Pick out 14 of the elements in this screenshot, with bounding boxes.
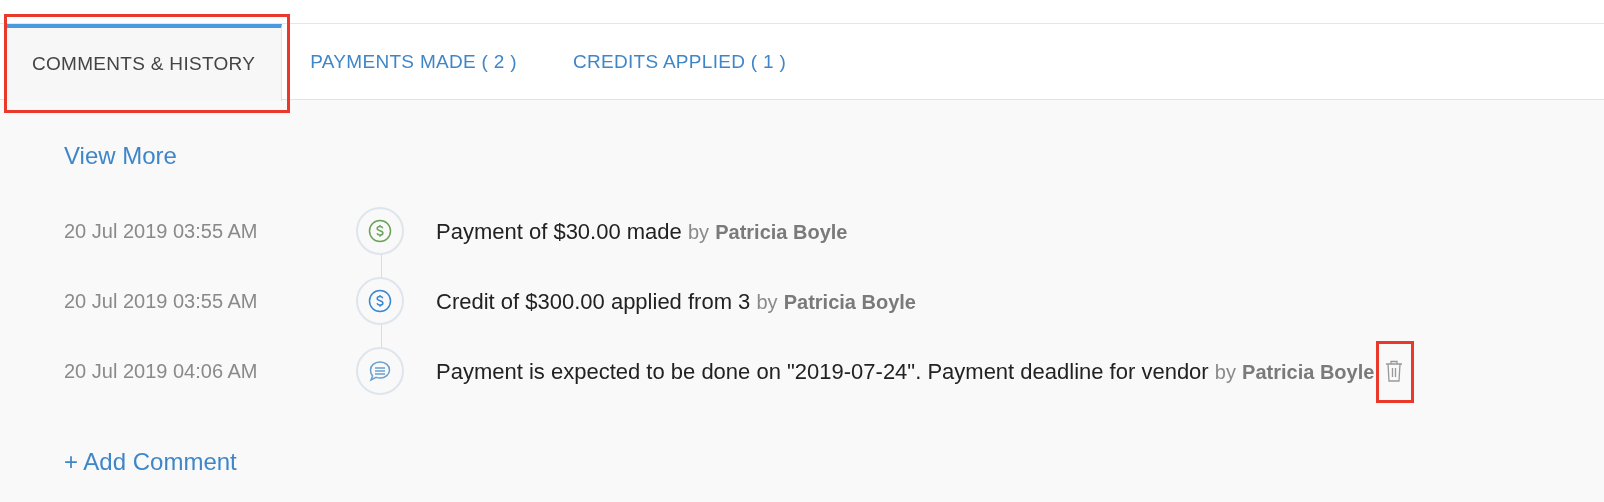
tab[interactable]: CREDITS APPLIED ( 1 ) — [544, 24, 815, 100]
dollar-icon — [368, 289, 392, 313]
view-more-link[interactable]: View More — [64, 142, 177, 170]
add-comment-link[interactable]: + Add Comment — [64, 448, 237, 476]
timestamp: 20 Jul 2019 03:55 AM — [64, 219, 259, 244]
timestamp: 20 Jul 2019 04:06 AM — [64, 359, 259, 384]
history-entry: Credit of $300.00 applied from 3 by Patricia Boyle — [436, 287, 916, 316]
comment-icon — [367, 359, 393, 383]
dollar-icon — [368, 219, 392, 243]
history-entry: Payment of $30.00 made by Patricia Boyle — [436, 217, 848, 246]
tab[interactable]: COMMENTS & HISTORY — [6, 24, 283, 101]
history-entry: Payment is expected to be done on "2019-07-24". Payment deadline for vendor by Patricia Boyle — [436, 357, 1375, 386]
tab[interactable]: PAYMENTS MADE ( 2 ) — [282, 24, 545, 100]
timestamp: 20 Jul 2019 03:55 AM — [64, 289, 259, 314]
